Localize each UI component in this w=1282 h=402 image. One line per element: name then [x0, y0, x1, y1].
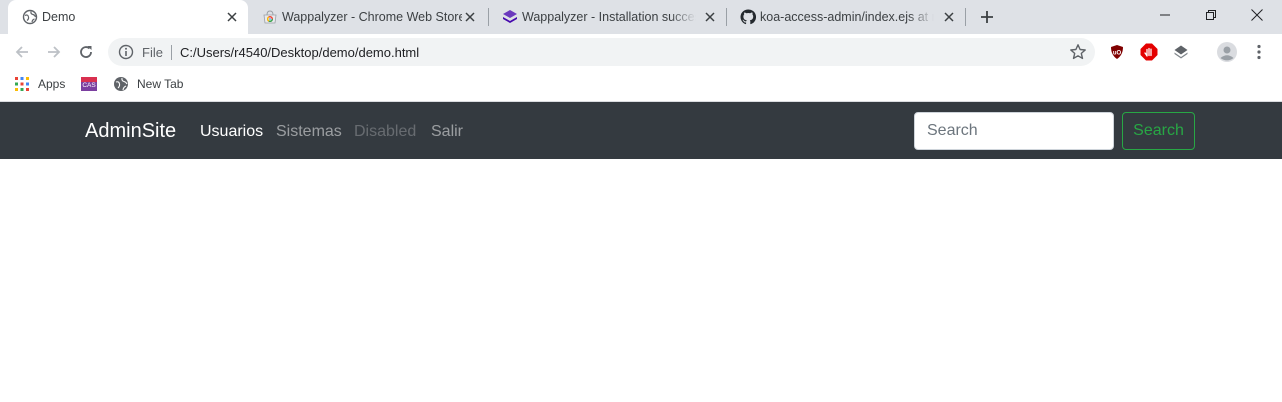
url-text[interactable]: C:/Users/r4540/Desktop/demo/demo.html	[180, 45, 419, 60]
forward-button[interactable]	[44, 42, 64, 62]
arrow-left-icon	[15, 46, 28, 58]
tab-demo[interactable]: Demo	[8, 0, 248, 34]
nav-link-disabled: Disabled	[354, 123, 417, 140]
tab-title: koa-access-admin/index.ejs at m	[760, 10, 934, 24]
close-icon	[1251, 9, 1263, 21]
tab-wappalyzer-installation[interactable]: Wappalyzer - Installation success	[488, 0, 727, 34]
nav-link-salir[interactable]: Salir	[431, 123, 463, 141]
arrow-right-icon	[48, 46, 61, 58]
close-window-button[interactable]	[1234, 0, 1280, 30]
chrome-web-store-icon	[262, 9, 278, 25]
new-tab-button[interactable]	[977, 7, 997, 27]
search-button[interactable]: Search	[1122, 112, 1195, 150]
wappalyzer-extension-icon[interactable]	[1172, 43, 1190, 61]
bookmark-apps[interactable]: Apps	[14, 76, 65, 92]
bookmark-star-icon[interactable]	[1069, 43, 1087, 61]
github-icon	[740, 9, 756, 25]
minimize-button[interactable]	[1142, 0, 1188, 30]
profile-avatar-icon[interactable]	[1217, 42, 1237, 62]
back-button[interactable]	[12, 42, 32, 62]
tab-title: Demo	[42, 10, 76, 24]
nav-link-sistemas[interactable]: Sistemas	[276, 123, 342, 141]
svg-text:CAS: CAS	[82, 82, 96, 89]
cas-icon: CAS	[81, 76, 97, 92]
scheme-label: File	[142, 45, 163, 60]
adblock-icon[interactable]	[1140, 43, 1158, 61]
reload-icon	[80, 46, 92, 58]
svg-text:uO: uO	[1113, 51, 1122, 57]
apps-grid-icon	[14, 76, 30, 92]
close-tab-icon[interactable]	[224, 9, 240, 25]
wappalyzer-icon	[502, 9, 518, 25]
close-tab-icon[interactable]	[941, 9, 957, 25]
menu-kebab-icon[interactable]	[1250, 43, 1268, 61]
bookmark-label: New Tab	[137, 77, 184, 91]
bookmark-cas[interactable]: CAS	[81, 76, 105, 92]
tab-title: Wappalyzer - Chrome Web Store	[282, 10, 462, 24]
nav-link-usuarios[interactable]: Usuarios	[200, 123, 263, 141]
tab-chrome-web-store[interactable]: Wappalyzer - Chrome Web Store	[248, 0, 489, 34]
info-icon[interactable]	[118, 44, 134, 60]
tab-title: Wappalyzer - Installation success	[522, 10, 696, 24]
search-input[interactable]	[914, 112, 1114, 150]
close-tab-icon[interactable]	[462, 9, 478, 25]
globe-icon	[22, 9, 38, 25]
address-divider	[171, 45, 172, 60]
bookmarks-bar: Apps CAS New Tab	[0, 70, 1282, 98]
bookmark-new-tab[interactable]: New Tab	[113, 76, 183, 92]
browser-toolbar: File C:/Users/r4540/Desktop/demo/demo.ht…	[0, 34, 1282, 70]
globe-icon	[113, 76, 129, 92]
ublock-origin-icon[interactable]: uO	[1108, 43, 1126, 61]
tab-strip: Demo Wappalyzer - Chrome Web Store Wappa…	[0, 0, 1282, 34]
restore-icon	[1206, 10, 1216, 20]
bookmark-label: Apps	[38, 77, 66, 91]
tab-separator	[965, 8, 966, 26]
reload-button[interactable]	[76, 42, 96, 62]
address-bar[interactable]: File C:/Users/r4540/Desktop/demo/demo.ht…	[108, 38, 1095, 66]
restore-button[interactable]	[1188, 0, 1234, 30]
close-tab-icon[interactable]	[702, 9, 718, 25]
brand-link[interactable]: AdminSite	[85, 120, 176, 143]
tab-github[interactable]: koa-access-admin/index.ejs at m	[726, 0, 966, 34]
site-navbar: AdminSite Usuarios Sistemas Disabled Sal…	[0, 102, 1282, 159]
minimize-icon	[1160, 14, 1170, 16]
